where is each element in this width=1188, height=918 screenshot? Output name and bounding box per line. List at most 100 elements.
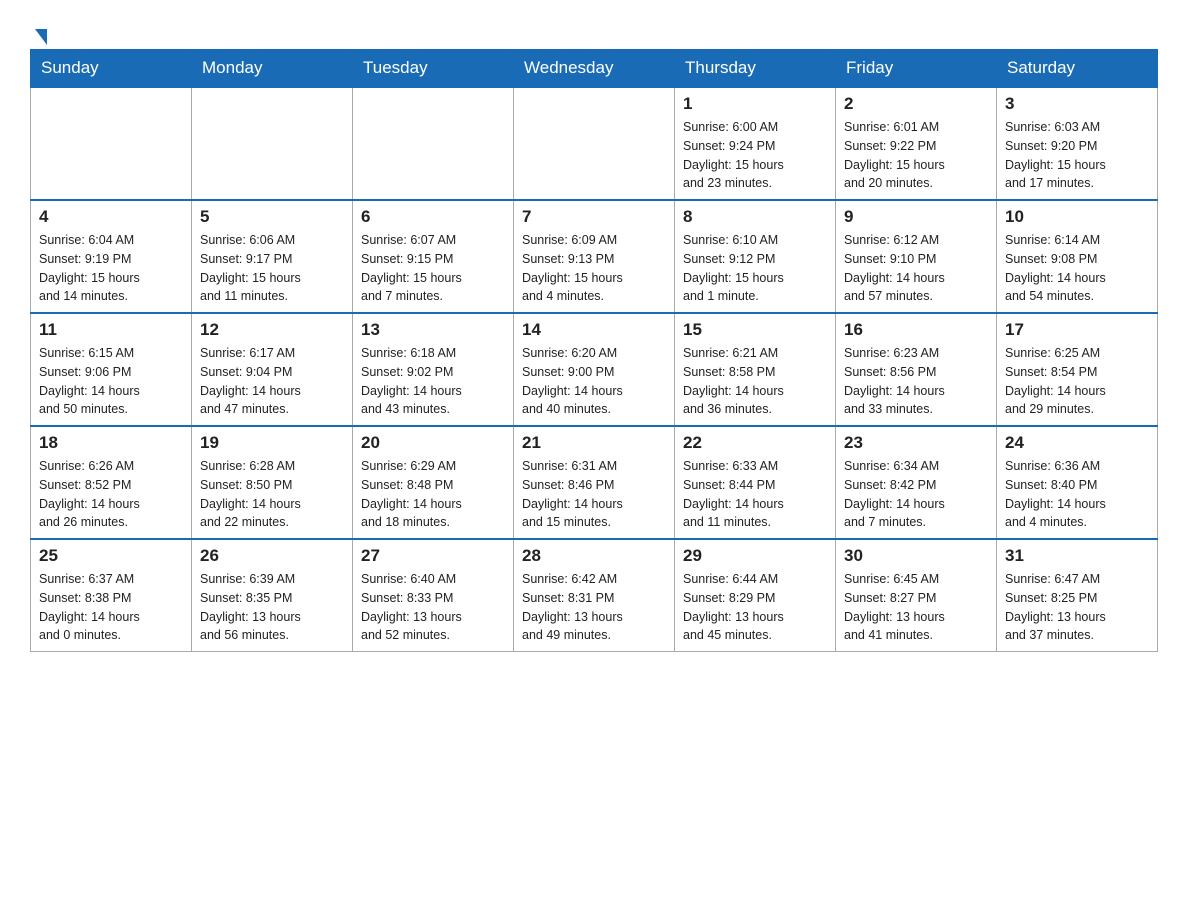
day-info: Sunrise: 6:01 AMSunset: 9:22 PMDaylight:… (844, 118, 988, 193)
day-info: Sunrise: 6:42 AMSunset: 8:31 PMDaylight:… (522, 570, 666, 645)
calendar-cell: 28 Sunrise: 6:42 AMSunset: 8:31 PMDayligh… (514, 539, 675, 652)
calendar-cell (353, 87, 514, 200)
weekday-header-friday: Friday (836, 50, 997, 88)
day-info: Sunrise: 6:23 AMSunset: 8:56 PMDaylight:… (844, 344, 988, 419)
day-number: 1 (683, 94, 827, 114)
calendar-cell (31, 87, 192, 200)
day-info: Sunrise: 6:44 AMSunset: 8:29 PMDaylight:… (683, 570, 827, 645)
day-number: 17 (1005, 320, 1149, 340)
day-number: 10 (1005, 207, 1149, 227)
day-info: Sunrise: 6:39 AMSunset: 8:35 PMDaylight:… (200, 570, 344, 645)
calendar-body: 1Sunrise: 6:00 AMSunset: 9:24 PMDaylight… (31, 87, 1158, 652)
calendar-cell: 16 Sunrise: 6:23 AMSunset: 8:56 PMDayligh… (836, 313, 997, 426)
day-number: 3 (1005, 94, 1149, 114)
calendar-cell: 25Sunrise: 6:37 AMSunset: 8:38 PMDayligh… (31, 539, 192, 652)
day-number: 7 (522, 207, 666, 227)
day-number: 4 (39, 207, 183, 227)
calendar-cell: 9 Sunrise: 6:12 AMSunset: 9:10 PMDaylight… (836, 200, 997, 313)
calendar-week-2: 4 Sunrise: 6:04 AMSunset: 9:19 PMDaylight… (31, 200, 1158, 313)
calendar-cell: 22 Sunrise: 6:33 AMSunset: 8:44 PMDayligh… (675, 426, 836, 539)
calendar-cell: 30Sunrise: 6:45 AMSunset: 8:27 PMDayligh… (836, 539, 997, 652)
day-number: 9 (844, 207, 988, 227)
day-info: Sunrise: 6:17 AMSunset: 9:04 PMDaylight:… (200, 344, 344, 419)
day-info: Sunrise: 6:28 AMSunset: 8:50 PMDaylight:… (200, 457, 344, 532)
day-number: 28 (522, 546, 666, 566)
day-info: Sunrise: 6:18 AMSunset: 9:02 PMDaylight:… (361, 344, 505, 419)
day-info: Sunrise: 6:47 AMSunset: 8:25 PMDaylight:… (1005, 570, 1149, 645)
day-info: Sunrise: 6:33 AMSunset: 8:44 PMDaylight:… (683, 457, 827, 532)
day-info: Sunrise: 6:20 AMSunset: 9:00 PMDaylight:… (522, 344, 666, 419)
day-number: 2 (844, 94, 988, 114)
calendar-cell: 20 Sunrise: 6:29 AMSunset: 8:48 PMDayligh… (353, 426, 514, 539)
calendar-cell: 18 Sunrise: 6:26 AMSunset: 8:52 PMDayligh… (31, 426, 192, 539)
calendar-week-3: 11Sunrise: 6:15 AMSunset: 9:06 PMDayligh… (31, 313, 1158, 426)
calendar-cell: 2 Sunrise: 6:01 AMSunset: 9:22 PMDaylight… (836, 87, 997, 200)
calendar-week-1: 1Sunrise: 6:00 AMSunset: 9:24 PMDaylight… (31, 87, 1158, 200)
calendar-cell: 23 Sunrise: 6:34 AMSunset: 8:42 PMDayligh… (836, 426, 997, 539)
day-info: Sunrise: 6:45 AMSunset: 8:27 PMDaylight:… (844, 570, 988, 645)
calendar-table: SundayMondayTuesdayWednesdayThursdayFrid… (30, 49, 1158, 652)
calendar-cell: 19 Sunrise: 6:28 AMSunset: 8:50 PMDayligh… (192, 426, 353, 539)
day-number: 19 (200, 433, 344, 453)
day-info: Sunrise: 6:31 AMSunset: 8:46 PMDaylight:… (522, 457, 666, 532)
calendar-cell: 6 Sunrise: 6:07 AMSunset: 9:15 PMDaylight… (353, 200, 514, 313)
day-info: Sunrise: 6:12 AMSunset: 9:10 PMDaylight:… (844, 231, 988, 306)
day-info: Sunrise: 6:07 AMSunset: 9:15 PMDaylight:… (361, 231, 505, 306)
calendar-cell: 17 Sunrise: 6:25 AMSunset: 8:54 PMDayligh… (997, 313, 1158, 426)
day-number: 26 (200, 546, 344, 566)
calendar-cell: 26 Sunrise: 6:39 AMSunset: 8:35 PMDayligh… (192, 539, 353, 652)
day-number: 24 (1005, 433, 1149, 453)
day-number: 27 (361, 546, 505, 566)
day-number: 16 (844, 320, 988, 340)
calendar-cell: 1Sunrise: 6:00 AMSunset: 9:24 PMDaylight… (675, 87, 836, 200)
calendar-cell: 27 Sunrise: 6:40 AMSunset: 8:33 PMDayligh… (353, 539, 514, 652)
day-info: Sunrise: 6:03 AMSunset: 9:20 PMDaylight:… (1005, 118, 1149, 193)
day-number: 29 (683, 546, 827, 566)
day-info: Sunrise: 6:25 AMSunset: 8:54 PMDaylight:… (1005, 344, 1149, 419)
day-info: Sunrise: 6:34 AMSunset: 8:42 PMDaylight:… (844, 457, 988, 532)
day-info: Sunrise: 6:09 AMSunset: 9:13 PMDaylight:… (522, 231, 666, 306)
weekday-header-wednesday: Wednesday (514, 50, 675, 88)
calendar-cell: 4 Sunrise: 6:04 AMSunset: 9:19 PMDaylight… (31, 200, 192, 313)
weekday-header-saturday: Saturday (997, 50, 1158, 88)
calendar-cell: 29 Sunrise: 6:44 AMSunset: 8:29 PMDayligh… (675, 539, 836, 652)
calendar-week-5: 25Sunrise: 6:37 AMSunset: 8:38 PMDayligh… (31, 539, 1158, 652)
day-number: 31 (1005, 546, 1149, 566)
calendar-week-4: 18 Sunrise: 6:26 AMSunset: 8:52 PMDayligh… (31, 426, 1158, 539)
day-info: Sunrise: 6:10 AMSunset: 9:12 PMDaylight:… (683, 231, 827, 306)
calendar-cell: 10 Sunrise: 6:14 AMSunset: 9:08 PMDayligh… (997, 200, 1158, 313)
calendar-cell: 14Sunrise: 6:20 AMSunset: 9:00 PMDayligh… (514, 313, 675, 426)
weekday-header-tuesday: Tuesday (353, 50, 514, 88)
calendar-header: SundayMondayTuesdayWednesdayThursdayFrid… (31, 50, 1158, 88)
day-number: 22 (683, 433, 827, 453)
day-number: 20 (361, 433, 505, 453)
calendar-cell: 11Sunrise: 6:15 AMSunset: 9:06 PMDayligh… (31, 313, 192, 426)
day-number: 25 (39, 546, 183, 566)
logo (30, 20, 47, 39)
calendar-cell (514, 87, 675, 200)
day-number: 6 (361, 207, 505, 227)
day-number: 12 (200, 320, 344, 340)
weekday-header-row: SundayMondayTuesdayWednesdayThursdayFrid… (31, 50, 1158, 88)
day-number: 18 (39, 433, 183, 453)
day-number: 11 (39, 320, 183, 340)
day-info: Sunrise: 6:26 AMSunset: 8:52 PMDaylight:… (39, 457, 183, 532)
weekday-header-monday: Monday (192, 50, 353, 88)
day-number: 13 (361, 320, 505, 340)
day-info: Sunrise: 6:06 AMSunset: 9:17 PMDaylight:… (200, 231, 344, 306)
day-info: Sunrise: 6:40 AMSunset: 8:33 PMDaylight:… (361, 570, 505, 645)
calendar-cell: 3 Sunrise: 6:03 AMSunset: 9:20 PMDaylight… (997, 87, 1158, 200)
day-number: 21 (522, 433, 666, 453)
weekday-header-sunday: Sunday (31, 50, 192, 88)
day-info: Sunrise: 6:04 AMSunset: 9:19 PMDaylight:… (39, 231, 183, 306)
calendar-cell: 8Sunrise: 6:10 AMSunset: 9:12 PMDaylight… (675, 200, 836, 313)
calendar-cell: 15Sunrise: 6:21 AMSunset: 8:58 PMDayligh… (675, 313, 836, 426)
logo-triangle-icon (35, 29, 47, 45)
calendar-cell: 21 Sunrise: 6:31 AMSunset: 8:46 PMDayligh… (514, 426, 675, 539)
calendar-cell (192, 87, 353, 200)
page-header (30, 20, 1158, 39)
day-number: 23 (844, 433, 988, 453)
day-info: Sunrise: 6:29 AMSunset: 8:48 PMDaylight:… (361, 457, 505, 532)
day-info: Sunrise: 6:14 AMSunset: 9:08 PMDaylight:… (1005, 231, 1149, 306)
calendar-cell: 7 Sunrise: 6:09 AMSunset: 9:13 PMDaylight… (514, 200, 675, 313)
